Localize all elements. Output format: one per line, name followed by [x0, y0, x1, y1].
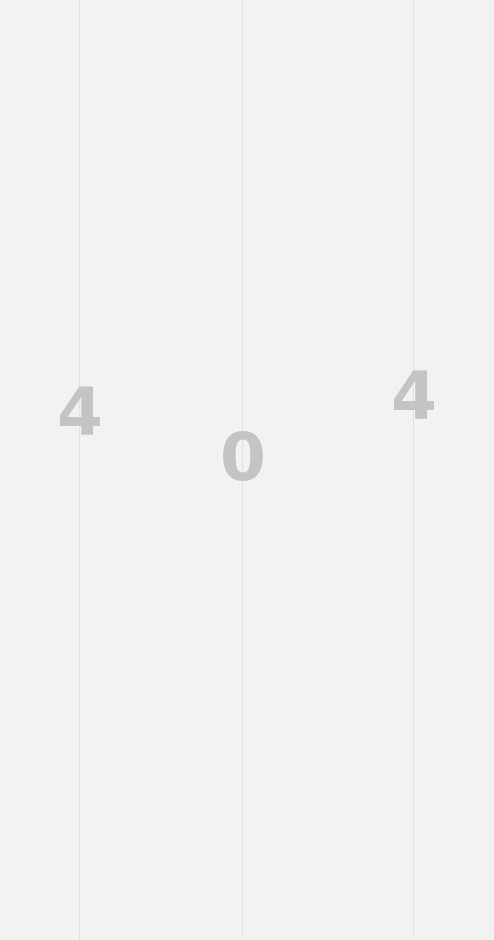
error-digit-third: 4 — [391, 358, 437, 435]
error-digit-first: 4 — [57, 374, 103, 451]
error-digit-second: 0 — [220, 419, 266, 496]
vertical-line-left — [79, 0, 80, 940]
error-404-page: 4 0 4 — [0, 0, 494, 940]
vertical-line-right — [413, 0, 414, 940]
